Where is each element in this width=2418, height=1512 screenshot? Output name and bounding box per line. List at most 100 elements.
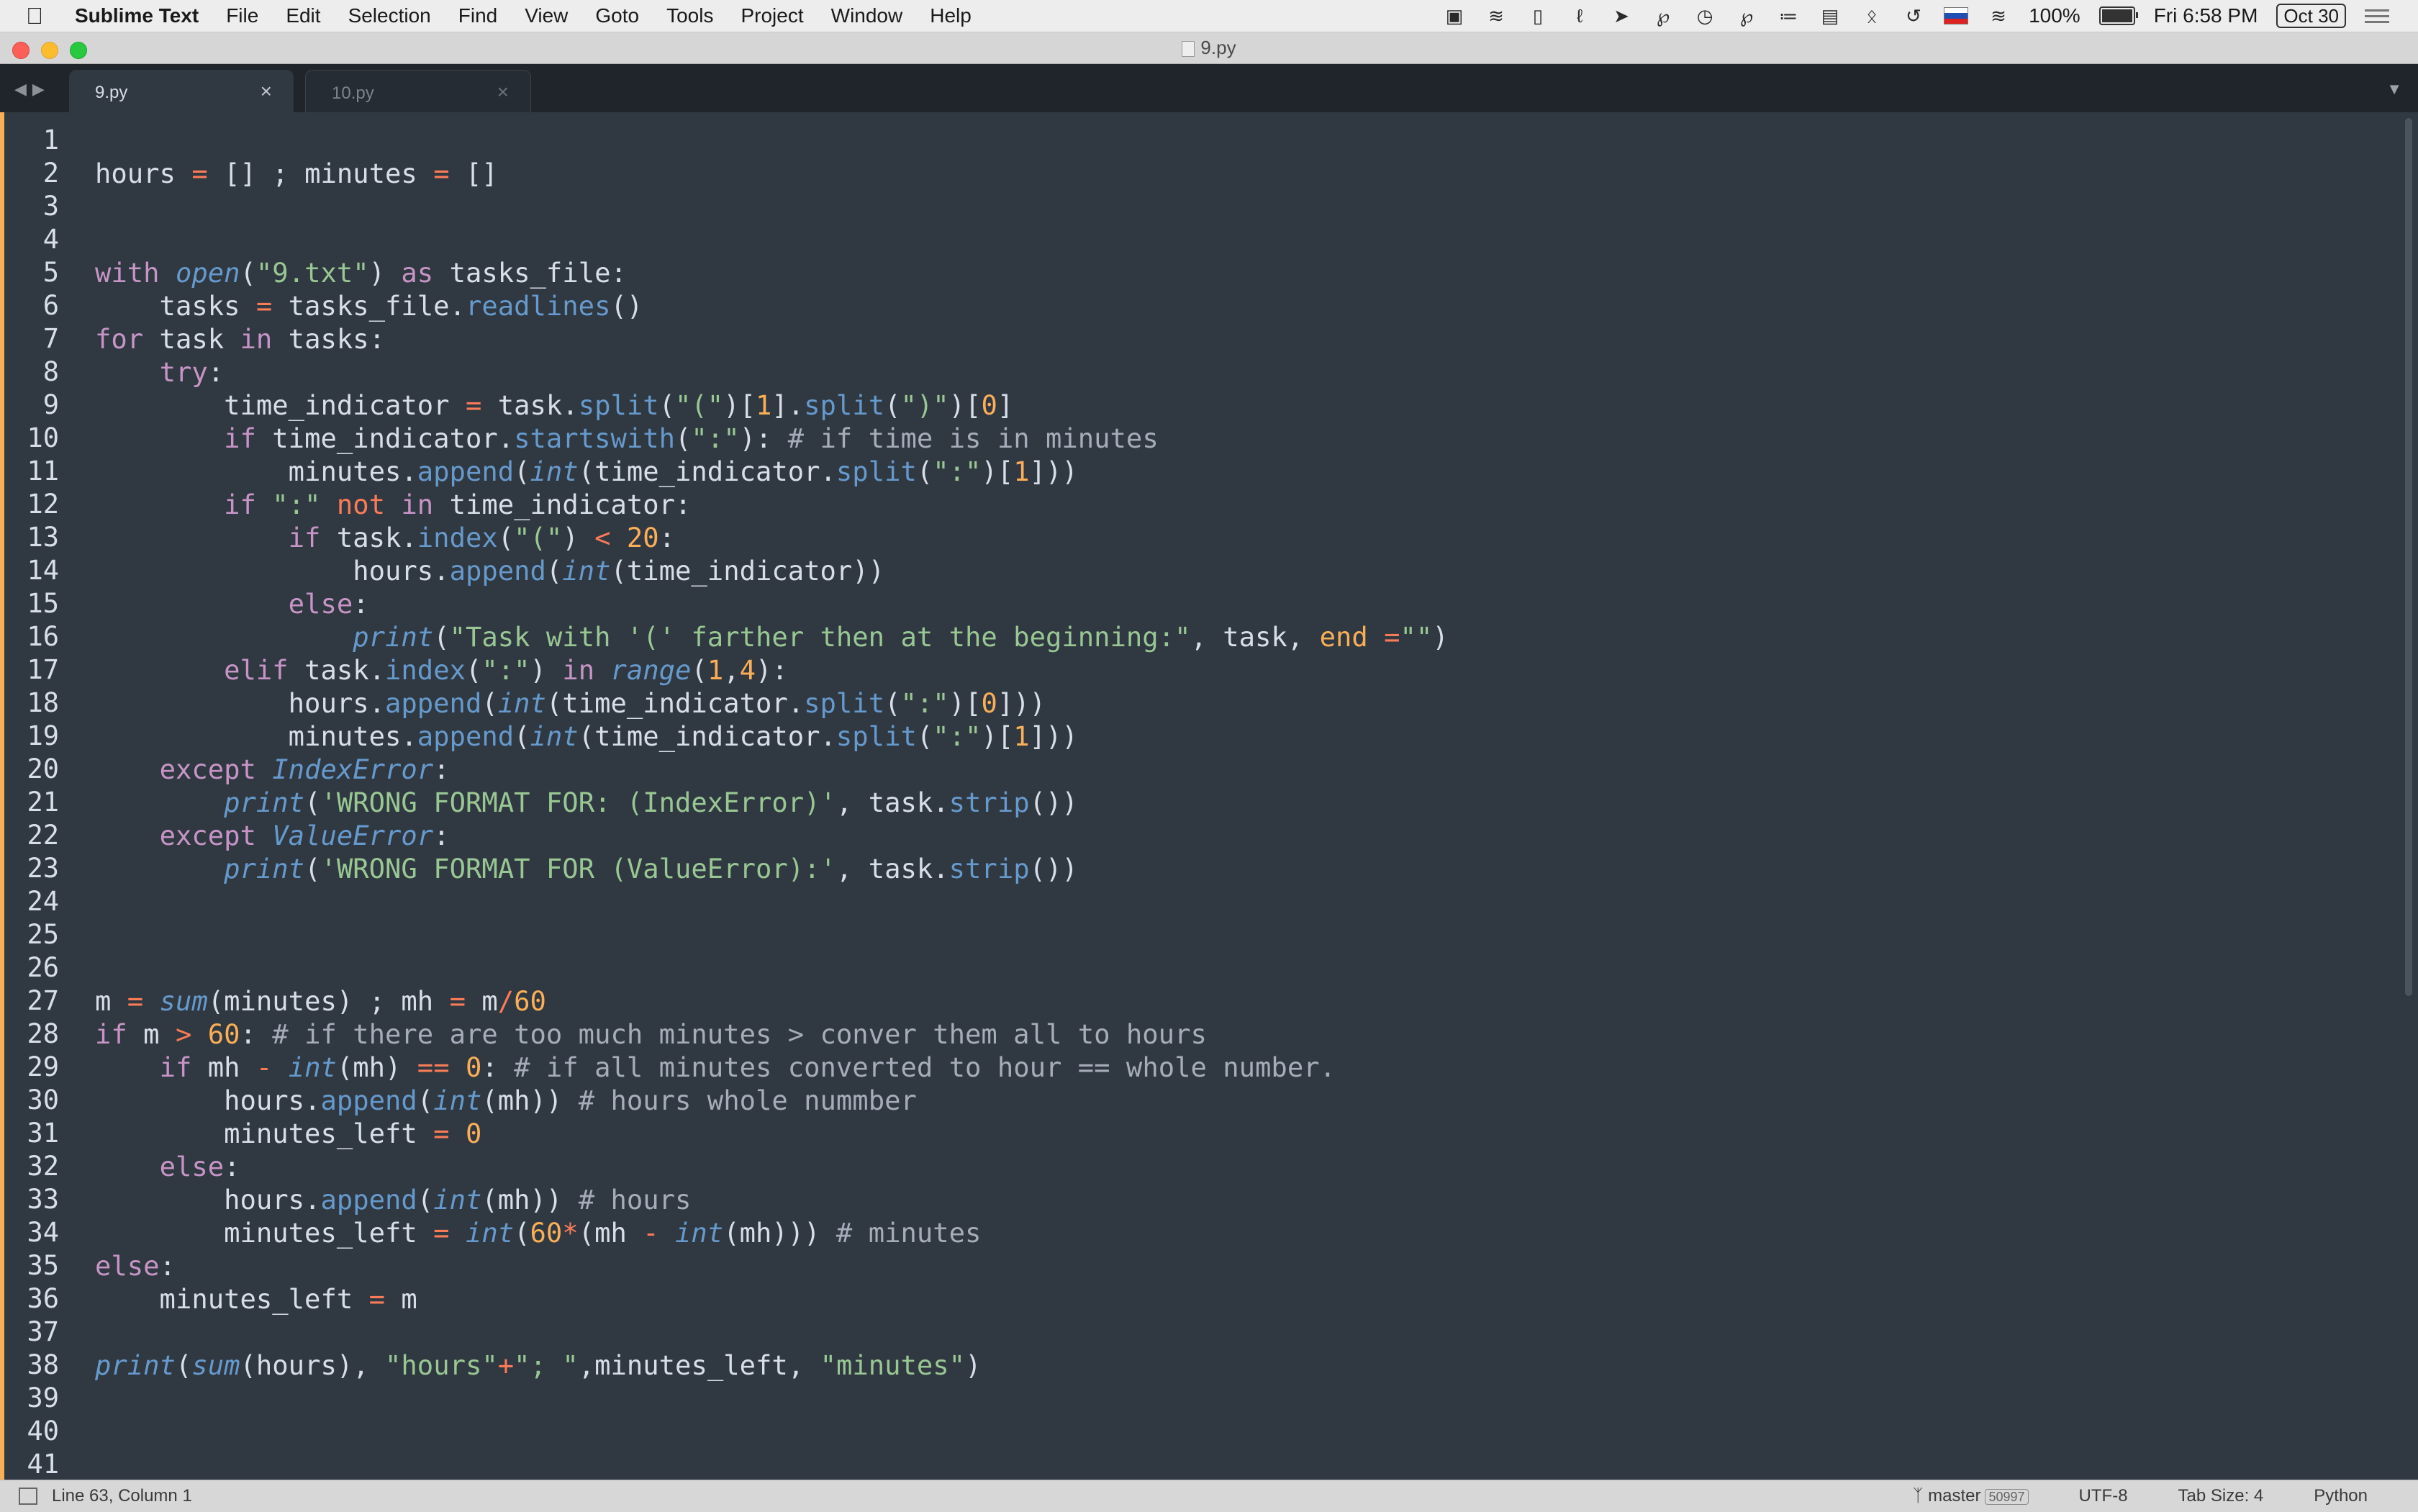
screen-icon[interactable]: ▣: [1443, 6, 1466, 26]
code-token: (: [433, 621, 450, 653]
close-window-button[interactable]: [12, 42, 30, 59]
menu-goto[interactable]: Goto: [595, 4, 639, 27]
code-token: if: [224, 422, 256, 454]
document-icon[interactable]: ▤: [1819, 6, 1842, 26]
line-number: 18: [27, 687, 59, 718]
tab-strip: ◀▶ 9.py × 10.py × ▼: [0, 64, 2418, 113]
code-token: ): [336, 985, 353, 1017]
code-token: split: [836, 720, 917, 752]
panel-toggle-icon[interactable]: [19, 1488, 37, 1505]
code-token: :: [240, 1018, 256, 1050]
code-token: hours.: [95, 687, 385, 719]
code-token: 4: [739, 654, 756, 686]
send-icon[interactable]: ➤: [1610, 6, 1633, 26]
code-token: :: [433, 820, 450, 851]
code-token: minutes.: [95, 720, 417, 752]
menu-list-icon[interactable]: [2365, 9, 2389, 23]
code-token: time_indicator.: [594, 456, 836, 487]
wifi-icon[interactable]: ≋: [1987, 6, 2010, 26]
menu-find[interactable]: Find: [458, 4, 497, 27]
code-token: 1: [1013, 720, 1030, 752]
vertical-scrollbar[interactable]: [2405, 118, 2412, 996]
paperclip-icon[interactable]: ℓ: [1568, 6, 1591, 26]
code-editor[interactable]: 1 2 3 4 5 6 7 8 9 10 11 12 13 14 15 16 17 18 19 20 21 22 23 24 2…: [0, 112, 2418, 1480]
code-token: ):: [739, 422, 772, 454]
menu-edit[interactable]: Edit: [286, 4, 320, 27]
apple-icon[interactable]: : [26, 3, 55, 30]
code-token: ":": [255, 489, 321, 520]
code-token: )[: [981, 720, 1014, 752]
menu-app-name[interactable]: Sublime Text: [75, 4, 199, 27]
tab-close-icon[interactable]: ×: [261, 80, 272, 103]
tab-9-py[interactable]: 9.py ×: [69, 70, 294, 112]
code-token: []: [449, 158, 498, 189]
menu-help[interactable]: Help: [930, 4, 972, 27]
mouse-icon[interactable]: ▯: [1526, 6, 1549, 26]
code-token: int: [288, 1051, 337, 1083]
code-area[interactable]: hours = [] ; minutes = [] with open("9.tx…: [95, 124, 2383, 1481]
code-line: if ":" not in time_indicator:: [95, 488, 2383, 521]
flag-icon[interactable]: [1944, 7, 1969, 24]
battery-percent: 100%: [2029, 4, 2080, 27]
code-token: ,: [836, 853, 853, 884]
code-line: if time_indicator.startswith(":"): # if …: [95, 422, 2383, 455]
tab-overflow-menu-icon[interactable]: ▼: [2386, 80, 2402, 99]
code-token: not: [320, 489, 386, 520]
waveform-icon[interactable]: ≋: [1485, 6, 1508, 26]
pin-icon-2[interactable]: ℘: [1735, 6, 1758, 26]
line-number: 41: [27, 1449, 59, 1480]
menu-selection[interactable]: Selection: [348, 4, 431, 27]
menu-window[interactable]: Window: [831, 4, 903, 27]
bluetooth-icon[interactable]: ᛟ: [1860, 6, 1883, 26]
python-file-icon: [1182, 41, 1195, 58]
code-token: (: [916, 456, 933, 487]
code-token: int: [530, 720, 579, 752]
tab-10-py[interactable]: 10.py ×: [305, 70, 531, 113]
code-line: hours.append(int(time_indicator)): [95, 554, 2383, 587]
menu-view[interactable]: View: [525, 4, 568, 27]
code-token: -: [255, 1051, 273, 1083]
battery-icon[interactable]: [2098, 6, 2138, 25]
code-token: 1: [707, 654, 724, 686]
code-token: in: [545, 654, 595, 686]
git-branch[interactable]: ᛉ master 50997: [1913, 1486, 2029, 1506]
code-token: (: [514, 1217, 530, 1249]
code-token: 0: [981, 687, 997, 719]
menu-clock[interactable]: Fri 6:58 PM: [2154, 4, 2258, 27]
pin-icon[interactable]: ℘: [1652, 6, 1675, 26]
syntax-indicator[interactable]: Python: [2314, 1486, 2368, 1506]
clock-icon[interactable]: ◷: [1693, 6, 1716, 26]
line-number: 2: [42, 158, 59, 189]
window-title-bar: 9.py: [0, 32, 2418, 64]
code-line: else:: [95, 587, 2383, 620]
encoding-indicator[interactable]: UTF-8: [2079, 1486, 2128, 1506]
code-token: =: [433, 1217, 450, 1249]
line-number: 22: [27, 820, 59, 851]
menu-date[interactable]: Oct 30: [2276, 4, 2346, 28]
branch-icon: ᛉ: [1913, 1486, 1924, 1506]
code-token: "(": [675, 389, 724, 421]
code-token: strip: [948, 787, 1030, 818]
tab-close-icon[interactable]: ×: [497, 81, 509, 104]
zoom-window-button[interactable]: [70, 42, 87, 59]
menu-tools[interactable]: Tools: [666, 4, 713, 27]
line-number: 9: [42, 389, 59, 420]
tab-size-indicator[interactable]: Tab Size: 4: [2178, 1486, 2264, 1506]
signal-icon[interactable]: ≔: [1777, 6, 1800, 26]
code-token: (: [545, 687, 563, 719]
minimize-window-button[interactable]: [41, 42, 58, 59]
line-number: 35: [27, 1250, 59, 1281]
menu-project[interactable]: Project: [741, 4, 803, 27]
code-token: ==: [401, 1051, 450, 1083]
tab-nav-arrows-icon[interactable]: ◀▶: [14, 80, 50, 99]
time-machine-icon[interactable]: ↺: [1902, 6, 1925, 26]
code-token: end: [1303, 621, 1368, 653]
menu-file[interactable]: File: [226, 4, 258, 27]
